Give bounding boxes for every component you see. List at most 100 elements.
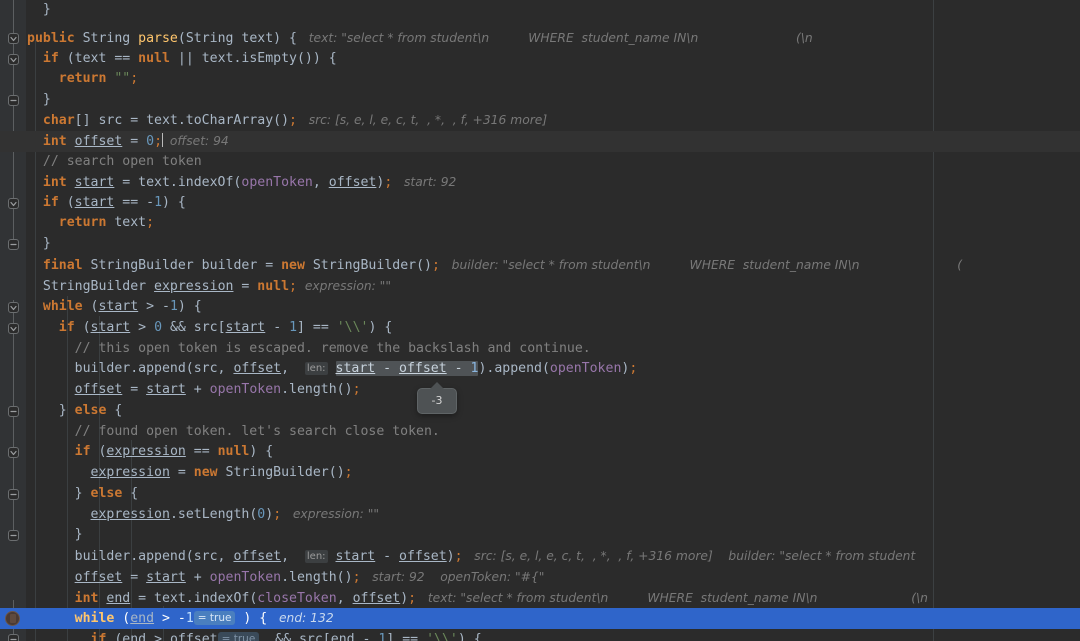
code-token: 1 bbox=[169, 299, 178, 314]
code-token: = text.indexOf( bbox=[130, 591, 258, 606]
current-line[interactable]: int offset = 0; offset: 94 bbox=[0, 131, 1080, 152]
code-token: ).append( bbox=[478, 361, 550, 376]
code-token: == - bbox=[114, 195, 155, 210]
inline-debug-value[interactable]: expression: "" bbox=[297, 279, 391, 293]
code-token: ) { bbox=[177, 299, 202, 314]
code-editor[interactable]: } public String parse(String text) { text… bbox=[0, 0, 1080, 641]
code-line[interactable]: offset = start + openToken.length(); bbox=[0, 380, 1080, 401]
code-token: } bbox=[27, 236, 51, 251]
code-token: - bbox=[375, 549, 400, 564]
code-line[interactable]: if (text == null || text.isEmpty()) { bbox=[0, 49, 1080, 70]
code-token: public bbox=[27, 31, 83, 46]
code-token: , bbox=[312, 175, 329, 190]
code-token: int bbox=[27, 175, 75, 190]
code-line[interactable]: // search open token bbox=[0, 152, 1080, 173]
code-token: start bbox=[90, 320, 131, 335]
code-line[interactable]: } else { bbox=[0, 401, 1080, 422]
code-token: .setLength( bbox=[169, 507, 258, 522]
code-line[interactable]: // found open token. let's search close … bbox=[0, 422, 1080, 443]
tooltip-value: -3 bbox=[431, 394, 443, 407]
code-token: null bbox=[257, 279, 290, 294]
inline-debug-value[interactable]: src: [s, e, l, e, c, t, , *, , f, +316 m… bbox=[297, 113, 547, 127]
code-line[interactable]: return ""; bbox=[0, 69, 1080, 90]
code-line-text: int offset = 0; offset: 94 bbox=[27, 131, 229, 153]
inline-debug-value[interactable]: expression: "" bbox=[281, 507, 379, 521]
code-token: { bbox=[106, 403, 123, 418]
inline-condition-value[interactable]: = true bbox=[193, 611, 236, 625]
code-line[interactable]: if (end > offset = true && src[end - 1] =… bbox=[0, 629, 1080, 641]
code-line-text: public String parse(String text) { text:… bbox=[27, 28, 813, 50]
code-line[interactable]: } bbox=[0, 234, 1080, 255]
code-lines-layer[interactable]: } public String parse(String text) { text… bbox=[0, 0, 1080, 641]
breakpoint-marker[interactable] bbox=[5, 611, 20, 626]
code-token: + bbox=[185, 382, 210, 397]
code-token: ; bbox=[344, 465, 353, 480]
code-line[interactable]: // this open token is escaped. remove th… bbox=[0, 339, 1080, 360]
code-token: start bbox=[225, 320, 266, 335]
code-token: offset bbox=[399, 549, 447, 564]
code-line[interactable]: while (start > -1) { bbox=[0, 297, 1080, 318]
code-line[interactable]: return text; bbox=[0, 213, 1080, 234]
code-line-text: if (expression == null) { bbox=[27, 442, 274, 463]
code-token: builder.append(src, bbox=[27, 361, 234, 376]
code-token: 1 bbox=[154, 195, 163, 210]
code-line[interactable]: if (start > 0 && src[start - 1] == '\\')… bbox=[0, 318, 1080, 339]
code-line[interactable]: } bbox=[0, 90, 1080, 111]
code-token: - bbox=[354, 632, 379, 641]
code-token: ; bbox=[629, 361, 638, 376]
execution-line[interactable]: while (end > -1 = true ) { end: 132 bbox=[0, 608, 1080, 629]
code-token: offset bbox=[328, 175, 377, 190]
inline-debug-value[interactable]: end: 132 bbox=[267, 611, 334, 625]
code-line[interactable]: } bbox=[0, 0, 1080, 21]
code-line[interactable]: builder.append(src, offset, len: start -… bbox=[0, 359, 1080, 380]
code-line[interactable]: if (expression == null) { bbox=[0, 442, 1080, 463]
code-token: } bbox=[27, 486, 91, 501]
code-token: = bbox=[257, 258, 282, 273]
inline-condition-value[interactable]: = true bbox=[217, 632, 260, 641]
inline-debug-value[interactable]: src: [s, e, l, e, c, t, , *, , f, +316 m… bbox=[463, 549, 915, 563]
inline-debug-value[interactable]: offset: 94 bbox=[162, 134, 229, 148]
inline-debug-value[interactable]: start: 92 bbox=[392, 175, 456, 189]
code-token: () bbox=[328, 465, 345, 480]
code-token: new bbox=[193, 465, 226, 480]
code-line[interactable]: public String parse(String text) { text:… bbox=[0, 28, 1080, 49]
code-line[interactable]: } else { bbox=[0, 484, 1080, 505]
inline-debug-value[interactable]: builder: "select * from student\n WHERE … bbox=[440, 258, 962, 272]
code-line[interactable]: offset = start + openToken.length(); sta… bbox=[0, 567, 1080, 588]
parameter-name-hint[interactable]: len: bbox=[304, 362, 328, 375]
code-token: while bbox=[27, 611, 123, 626]
code-token: closeToken bbox=[257, 591, 337, 606]
code-token: = bbox=[122, 570, 147, 585]
code-token: } bbox=[27, 92, 51, 107]
code-token: start bbox=[335, 361, 376, 376]
code-token: text bbox=[114, 215, 147, 230]
code-line[interactable]: if (start == -1) { bbox=[0, 193, 1080, 214]
code-token: openToken bbox=[209, 382, 282, 397]
inline-debug-value[interactable]: text: "select * from student\n WHERE stu… bbox=[297, 31, 813, 45]
code-token: { bbox=[122, 486, 139, 501]
inline-debug-value[interactable]: start: 92 openToken: "#{" bbox=[361, 570, 544, 584]
code-token: 0 bbox=[154, 320, 163, 335]
code-line[interactable]: int start = text.indexOf(openToken, offs… bbox=[0, 172, 1080, 193]
code-token: ) bbox=[400, 591, 409, 606]
code-token: = bbox=[233, 279, 258, 294]
code-line[interactable]: expression.setLength(0); expression: "" bbox=[0, 504, 1080, 525]
code-token: StringBuilder bbox=[27, 279, 155, 294]
selected-expression[interactable]: start - offset - 1 bbox=[335, 361, 479, 376]
code-line[interactable]: final StringBuilder builder = new String… bbox=[0, 255, 1080, 276]
code-line[interactable]: expression = new StringBuilder(); bbox=[0, 463, 1080, 484]
code-line-text: offset = start + openToken.length(); sta… bbox=[27, 567, 545, 589]
code-token: StringBuilder builder bbox=[90, 258, 258, 273]
code-line[interactable]: builder.append(src, offset, len: start -… bbox=[0, 546, 1080, 567]
parameter-name-hint[interactable]: len: bbox=[304, 550, 328, 563]
code-token: start bbox=[335, 549, 376, 564]
code-line[interactable]: int end = text.indexOf(closeToken, offse… bbox=[0, 588, 1080, 609]
code-line[interactable]: char[] src = text.toCharArray(); src: [s… bbox=[0, 110, 1080, 131]
code-token: ( bbox=[66, 195, 75, 210]
code-line[interactable]: StringBuilder expression = null; express… bbox=[0, 276, 1080, 297]
inline-debug-value[interactable]: text: "select * from student\n WHERE stu… bbox=[416, 591, 928, 605]
code-line[interactable]: } bbox=[0, 525, 1080, 546]
code-token: = bbox=[122, 382, 147, 397]
